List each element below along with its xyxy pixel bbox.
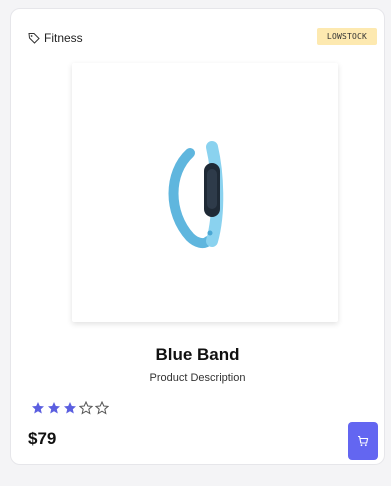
star-outline-icon (95, 401, 109, 415)
star-outline-icon (79, 401, 93, 415)
category-text: Fitness (44, 31, 83, 45)
product-price: $79 (28, 429, 57, 448)
tag-icon (28, 32, 40, 44)
fitness-band-image (168, 140, 224, 248)
product-title[interactable]: Blue Band (11, 345, 384, 365)
star-filled-icon (48, 402, 60, 414)
product-description: Product Description (149, 372, 246, 384)
product-image[interactable] (72, 63, 338, 322)
cart-icon (358, 435, 369, 447)
star-filled-icon (64, 402, 76, 414)
add-to-cart-button[interactable] (348, 422, 378, 460)
star-rating (31, 401, 109, 415)
category-label: Fitness (28, 31, 83, 45)
star-filled-icon (32, 402, 44, 414)
stock-status-badge: LOWSTOCK (317, 28, 377, 45)
product-card[interactable]: Fitness LOWSTOCK Blue Band Product Descr… (10, 8, 385, 465)
